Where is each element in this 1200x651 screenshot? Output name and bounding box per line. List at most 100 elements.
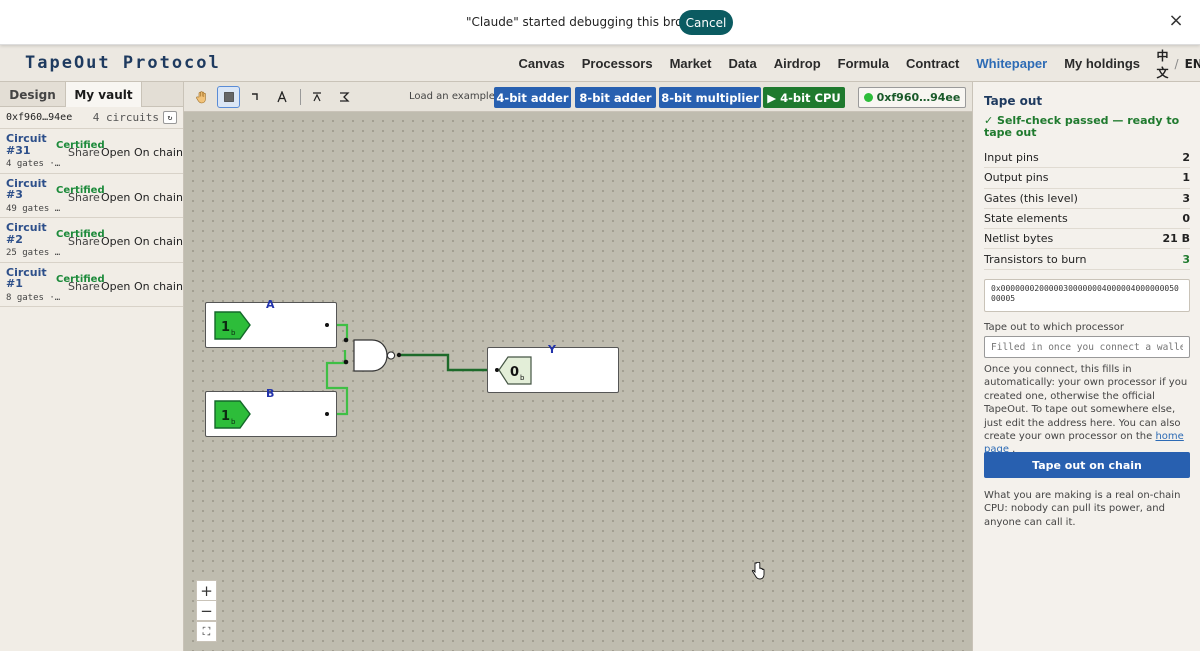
stats-list: Input pins 2 Output pins 1 Gates (this lev… xyxy=(984,148,1190,270)
example-8bit-adder-button[interactable]: 8-bit adder xyxy=(575,87,656,108)
circuit-item[interactable]: Circuit #1 8 gates ·… Share Certified Op… xyxy=(0,263,183,307)
zoom-in-button[interactable]: + xyxy=(196,580,217,601)
input-a-label: A xyxy=(266,298,275,311)
nav-data[interactable]: Data xyxy=(729,56,757,71)
circuit-name[interactable]: Circuit #1 xyxy=(6,266,54,290)
circuit-canvas[interactable]: A 1 b B 1 b Y 0 b + − ⛶ xyxy=(184,112,972,651)
debug-message: "Claude" started debugging this browser xyxy=(466,15,711,29)
cancel-debug-button[interactable]: Cancel xyxy=(679,10,733,35)
tab-my-vault[interactable]: My vault xyxy=(65,82,142,107)
circuit-item[interactable]: Circuit #31 4 gates ·… Share Certified O… xyxy=(0,129,183,174)
on-chain-link[interactable]: On chain xyxy=(134,191,183,204)
toggle-a-icon[interactable]: 1 b xyxy=(214,311,252,341)
stat-value: 2 xyxy=(1182,151,1190,165)
tape-out-button[interactable]: Tape out on chain xyxy=(984,452,1190,478)
input-node-a[interactable]: A 1 b xyxy=(205,298,337,348)
wire-icon[interactable] xyxy=(244,86,267,108)
app-header: TapeOut Protocol Canvas Processors Marke… xyxy=(0,45,1200,82)
netlist-hex[interactable]: 0x00000002000003000000040000040000000500… xyxy=(984,279,1190,312)
stat-value: 21 B xyxy=(1162,232,1190,246)
zoom-out-button[interactable]: − xyxy=(196,600,217,621)
nav-contract[interactable]: Contract xyxy=(906,56,959,71)
on-chain-link[interactable]: On chain xyxy=(134,280,183,293)
gate-input-pin[interactable] xyxy=(343,337,349,343)
certified-badge: Certified xyxy=(56,140,105,151)
panel-note: What you are making is a real on-chain C… xyxy=(984,490,1181,528)
example-8bit-multiplier-button[interactable]: 8-bit multiplier xyxy=(659,87,761,108)
open-link[interactable]: Open xyxy=(101,146,130,159)
circuit-name[interactable]: Circuit #3 xyxy=(6,177,54,201)
circuit-name[interactable]: Circuit #31 xyxy=(6,133,54,156)
input-b-unit: b xyxy=(231,418,236,426)
vault-wallet: 0xf960…94ee xyxy=(6,112,73,123)
open-link[interactable]: Open xyxy=(101,191,130,204)
wallet-button[interactable]: 0xf960…94ee xyxy=(858,87,966,108)
main-nav: Canvas Processors Market Data Airdrop Fo… xyxy=(510,45,1200,82)
top-icon[interactable] xyxy=(305,86,328,108)
close-icon[interactable]: × xyxy=(1168,12,1184,30)
nav-canvas[interactable]: Canvas xyxy=(519,56,565,71)
certified-badge: Certified xyxy=(56,273,105,285)
lang-separator: / xyxy=(1174,56,1179,71)
open-link[interactable]: Open xyxy=(101,280,130,293)
nav-market[interactable]: Market xyxy=(670,56,712,71)
nav-my-holdings[interactable]: My holdings xyxy=(1064,56,1140,71)
nav-airdrop[interactable]: Airdrop xyxy=(774,56,821,71)
lang-en[interactable]: EN xyxy=(1185,57,1200,71)
circuit-item[interactable]: Circuit #3 49 gates … Share Certified Op… xyxy=(0,174,183,218)
output-pin[interactable] xyxy=(325,323,329,327)
on-chain-link[interactable]: On chain xyxy=(134,146,183,159)
nand-gate[interactable] xyxy=(353,339,388,372)
output-pin[interactable] xyxy=(325,412,329,416)
circuit-gates: 49 gates … xyxy=(6,203,61,214)
circuit-name[interactable]: Circuit #2 xyxy=(6,222,54,245)
gate-input-pin[interactable] xyxy=(343,359,349,365)
output-y-value: 0 xyxy=(510,365,519,380)
brand-logo[interactable]: TapeOut Protocol xyxy=(25,53,221,73)
wallet-address: 0xf960…94ee xyxy=(876,91,961,104)
lang-zh[interactable]: 中文 xyxy=(1157,47,1169,81)
connected-dot-icon xyxy=(863,93,873,102)
processor-label: Tape out to which processor xyxy=(984,322,1124,333)
nav-whitepaper[interactable]: Whitepaper xyxy=(976,56,1047,71)
vault-header: 0xf960…94ee 4 circuits ↻ xyxy=(0,107,183,129)
select-icon[interactable] xyxy=(217,86,240,108)
input-b-label: B xyxy=(266,387,275,400)
wire-out[interactable] xyxy=(399,353,496,372)
fit-view-icon[interactable]: ⛶ xyxy=(196,621,217,642)
output-y-unit: b xyxy=(520,374,525,382)
open-link[interactable]: Open xyxy=(101,235,130,248)
nav-processors[interactable]: Processors xyxy=(582,56,653,71)
processor-info: Once you connect, this fills in automati… xyxy=(984,363,1192,457)
stat-label: Transistors to burn xyxy=(984,252,1087,266)
refresh-icon[interactable]: ↻ xyxy=(163,111,177,124)
stat-label: Gates (this level) xyxy=(984,191,1078,205)
tapeout-panel: Tape out ✓ Self-check passed — ready to … xyxy=(972,82,1200,651)
on-chain-link[interactable]: On chain xyxy=(134,235,183,248)
output-display-icon: 0 b xyxy=(498,356,532,385)
stat-label: Input pins xyxy=(984,151,1039,165)
input-b-value: 1 xyxy=(221,409,230,424)
stat-row: Output pins 1 xyxy=(984,168,1190,189)
input-a-unit: b xyxy=(231,329,236,337)
text-icon[interactable] xyxy=(270,86,293,108)
example-4bit-cpu-button[interactable]: ▶ 4-bit CPU xyxy=(763,87,845,108)
toolbar-divider xyxy=(300,89,301,105)
canvas-toolbar: Load an example: 4-bit adder 8-bit adder… xyxy=(184,82,972,112)
gate-output-pin[interactable] xyxy=(396,352,402,358)
toggle-b-icon[interactable]: 1 b xyxy=(214,400,252,430)
circuit-gates: 25 gates … xyxy=(6,248,61,258)
hand-icon[interactable] xyxy=(190,86,213,108)
processor-address-input[interactable] xyxy=(984,336,1190,358)
example-4bit-adder-button[interactable]: 4-bit adder xyxy=(494,87,571,108)
pointer-cursor-icon xyxy=(751,562,765,580)
stat-value: 3 xyxy=(1182,252,1190,266)
tab-design[interactable]: Design xyxy=(0,82,65,107)
output-node-y[interactable]: Y 0 b xyxy=(487,343,619,393)
input-node-b[interactable]: B 1 b xyxy=(205,387,337,437)
circuit-item[interactable]: Circuit #2 25 gates … Share Certified Op… xyxy=(0,218,183,263)
sigma-icon[interactable] xyxy=(332,86,355,108)
nav-formula[interactable]: Formula xyxy=(838,56,889,71)
stat-row: Input pins 2 xyxy=(984,148,1190,169)
certified-badge: Certified xyxy=(56,184,105,196)
